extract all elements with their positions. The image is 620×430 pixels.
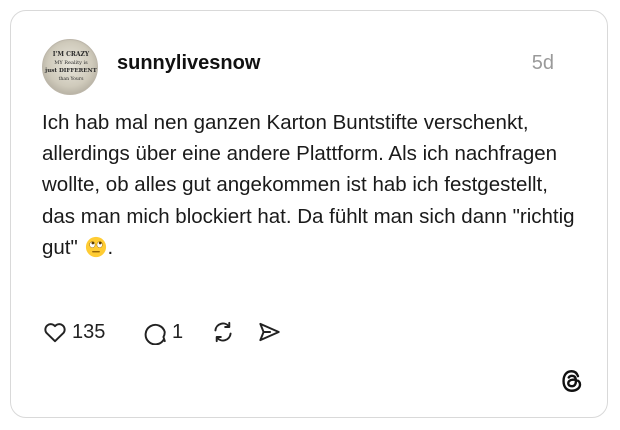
post-text-suffix: . <box>107 235 114 259</box>
avatar-line-3: just DIFFERENT <box>44 68 97 74</box>
avatar-line-4: than Yours <box>59 76 85 82</box>
reply-count: 1 <box>172 320 184 343</box>
comment-bubble-icon <box>144 323 166 345</box>
send-icon <box>259 322 280 342</box>
avatar-line-1: I'M CRAZY <box>53 51 90 58</box>
repost-button[interactable] <box>210 317 236 347</box>
avatar-image: I'M CRAZY MY Reality is just DIFFERENT t… <box>44 51 97 82</box>
threads-logo-icon[interactable] <box>559 368 585 394</box>
username[interactable]: sunnylivesnow <box>117 52 260 75</box>
post-card: I'M CRAZY MY Reality is just DIFFERENT t… <box>10 10 608 418</box>
share-button[interactable] <box>256 317 282 347</box>
post-timestamp: 5d <box>531 52 554 74</box>
post-text: Ich hab mal nen ganzen Karton Buntstifte… <box>42 107 582 263</box>
face-with-rolling-eyes-icon <box>86 236 107 257</box>
reply-button[interactable]: 1 <box>142 317 183 347</box>
repost-icon <box>214 321 232 343</box>
avatar-line-2: MY Reality is <box>54 60 88 66</box>
post-body: Ich hab mal nen ganzen Karton Buntstifte… <box>42 111 575 259</box>
like-count: 135 <box>72 320 106 343</box>
like-button[interactable]: 135 <box>42 317 105 347</box>
heart-icon <box>44 323 66 343</box>
avatar[interactable]: I'M CRAZY MY Reality is just DIFFERENT t… <box>42 39 98 95</box>
